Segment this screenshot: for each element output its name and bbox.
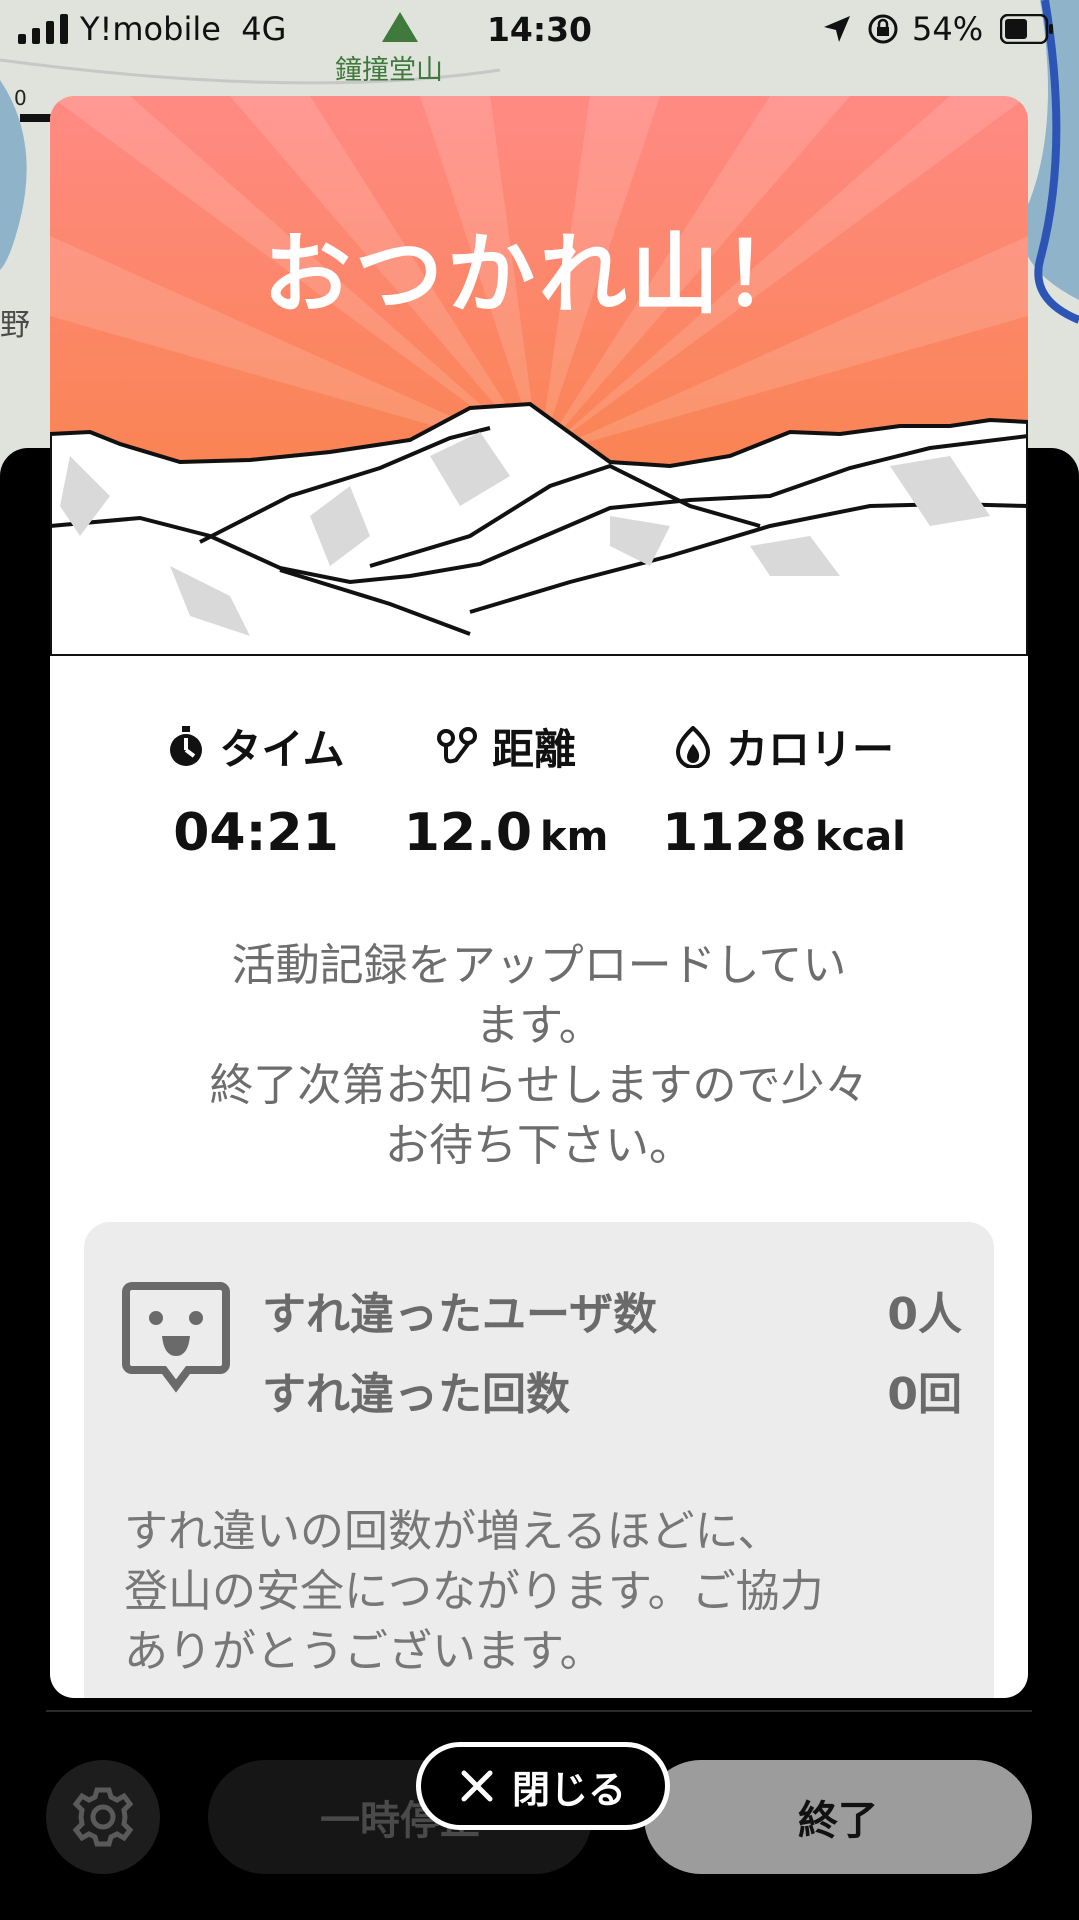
passed-count-value: 0回 [887,1369,962,1420]
stat-distance-unit: km [540,814,609,860]
stat-distance-label: 距離 [491,725,576,774]
close-button[interactable]: 閉じる [416,1742,670,1830]
passed-count-label: すれ違った回数 [262,1369,570,1420]
passed-users-row: すれ違ったユーザ数 0人 [262,1278,962,1342]
close-button-label: 閉じる [511,1767,626,1812]
modal-title: おつかれ山！ [262,223,815,326]
rotation-lock-icon [868,14,898,44]
passing-info-card: すれ違ったユーザ数 0人 すれ違った回数 0回 すれ違いの回数が増えるほどに、 … [84,1222,994,1698]
status-bar: Y!mobile 4G 14:30 54% [0,0,1079,60]
stat-calories: カロリー 1128 kcal [634,716,934,863]
flame-icon [675,725,710,768]
settings-button[interactable] [46,1760,160,1874]
passing-note: すれ違いの回数が増えるほどに、 登山の安全につながります。ご協力 ありがとうござ… [124,1506,824,1677]
hero-illustration: おつかれ山！ [50,96,1028,658]
map-scale-label: 0 [14,86,27,110]
stat-time-value: 04:21 [173,803,339,863]
passed-users-label: すれ違ったユーザ数 [262,1289,658,1340]
end-button[interactable]: 終了 [644,1760,1032,1874]
passed-count-row: すれ違った回数 0回 [262,1358,962,1422]
map-edge-label: 野 [0,308,30,343]
route-icon [436,726,477,763]
location-arrow-icon [824,16,850,42]
panel-divider [46,1710,1032,1712]
battery-icon [1000,14,1053,44]
upload-message: 活動記録をアップロードしてい ます。 終了次第お知らせしますので少々 お待ち下さ… [209,940,869,1171]
close-icon [461,1770,493,1802]
stopwatch-icon [170,725,203,766]
stat-time-label: タイム [219,725,345,774]
stat-distance-value: 12.0 [403,803,533,863]
stat-calories-label: カロリー [725,725,894,774]
battery-percentage: 54% [912,10,984,48]
stat-calories-value: 1128 [662,803,807,863]
stat-distance: 距離 12.0 km [356,716,656,863]
gear-icon [72,1787,134,1847]
completion-modal: おつかれ山！ タイム 04:21 距離 12.0 km カロリー 1128 kc… [50,96,1028,1698]
smiley-tag-icon [122,1282,230,1393]
stat-calories-unit: kcal [814,814,906,860]
passed-users-value: 0人 [887,1289,962,1340]
